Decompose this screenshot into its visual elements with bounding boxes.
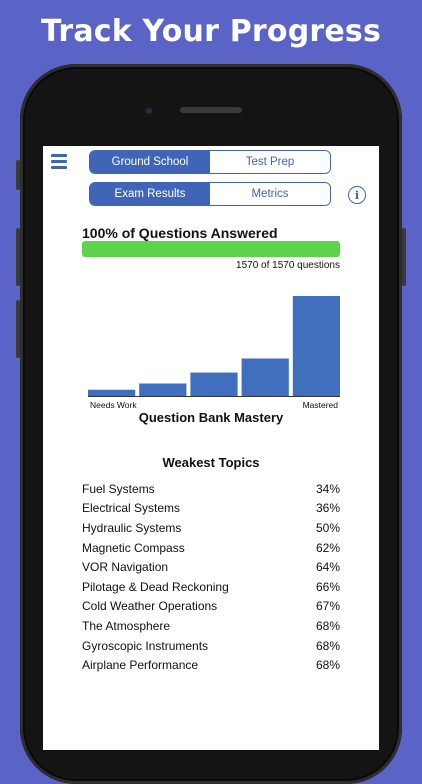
topic-row: The Atmosphere 68%: [82, 616, 340, 636]
topic-name: The Atmosphere: [82, 618, 171, 633]
progress-bar-fill: [82, 241, 340, 257]
volume-down-button: [16, 300, 20, 358]
topic-percent: 34%: [315, 481, 340, 496]
topic-percent: 36%: [315, 501, 340, 516]
info-icon[interactable]: i: [348, 186, 366, 204]
topic-row: Pilotage & Dead Reckoning 66%: [82, 577, 340, 597]
weakest-topics-title: Weakest Topics: [162, 455, 260, 470]
topic-percent: 68%: [315, 618, 340, 633]
weakest-topics-list: Fuel Systems 34% Electrical Systems 36% Hydr…: [82, 479, 340, 675]
topic-row: Fuel Systems 34%: [82, 479, 340, 499]
mastery-bar-chart: Needs Work Mastered: [88, 296, 340, 409]
topic-name: Cold Weather Operations: [82, 599, 218, 614]
topic-name: Pilotage & Dead Reckoning: [82, 579, 229, 594]
topic-name: Electrical Systems: [82, 501, 181, 516]
tab-metrics[interactable]: Metrics: [210, 183, 330, 205]
mastery-bar: [139, 383, 187, 396]
hamburger-menu-icon[interactable]: [51, 154, 67, 169]
mastery-bar: [190, 372, 238, 396]
topic-row: Electrical Systems 36%: [82, 499, 340, 519]
front-camera: [143, 105, 155, 117]
app-screen: Ground School Test Prep Exam Results Met…: [43, 146, 379, 750]
volume-up-button: [16, 228, 20, 286]
tab-ground-school[interactable]: Ground School: [90, 151, 210, 173]
topic-percent: 66%: [315, 579, 340, 594]
topic-name: Magnetic Compass: [82, 540, 185, 555]
topic-percent: 64%: [315, 560, 340, 575]
topic-name: Fuel Systems: [82, 481, 155, 496]
tab-exam-results[interactable]: Exam Results: [90, 183, 210, 205]
power-button: [402, 228, 406, 286]
progress-bar: [82, 241, 340, 257]
chart-start-label: Needs Work: [90, 400, 137, 409]
topic-row: Cold Weather Operations 67%: [82, 597, 340, 617]
topic-row: Gyroscopic Instruments 68%: [82, 636, 340, 656]
topic-percent: 68%: [315, 638, 340, 653]
chart-title: Question Bank Mastery: [138, 410, 284, 425]
mute-switch: [16, 160, 20, 190]
topic-name: Airplane Performance: [82, 658, 199, 673]
progress-title: 100% of Questions Answered: [82, 225, 278, 241]
topic-percent: 62%: [315, 540, 340, 555]
earpiece-speaker: [180, 107, 242, 113]
topic-name: Hydraulic Systems: [82, 520, 182, 535]
secondary-segmented-control: Exam Results Metrics: [89, 182, 331, 206]
topic-row: VOR Navigation 64%: [82, 557, 340, 577]
topic-percent: 50%: [315, 520, 340, 535]
mastery-bar: [88, 389, 136, 396]
topic-row: Airplane Performance 68%: [82, 655, 340, 675]
chart-end-label: Mastered: [303, 400, 339, 409]
progress-count: 1570 of 1570 questions: [236, 260, 340, 271]
topic-name: VOR Navigation: [82, 560, 169, 575]
mastery-bar: [292, 296, 340, 396]
primary-segmented-control: Ground School Test Prep: [89, 150, 331, 174]
topic-percent: 67%: [315, 599, 340, 614]
topic-row: Hydraulic Systems 50%: [82, 518, 340, 538]
topic-percent: 68%: [315, 658, 340, 673]
topic-name: Gyroscopic Instruments: [82, 638, 209, 653]
tab-test-prep[interactable]: Test Prep: [210, 151, 330, 173]
headline: Track Your Progress: [40, 14, 382, 49]
mastery-bar: [241, 358, 289, 396]
topic-row: Magnetic Compass 62%: [82, 538, 340, 558]
